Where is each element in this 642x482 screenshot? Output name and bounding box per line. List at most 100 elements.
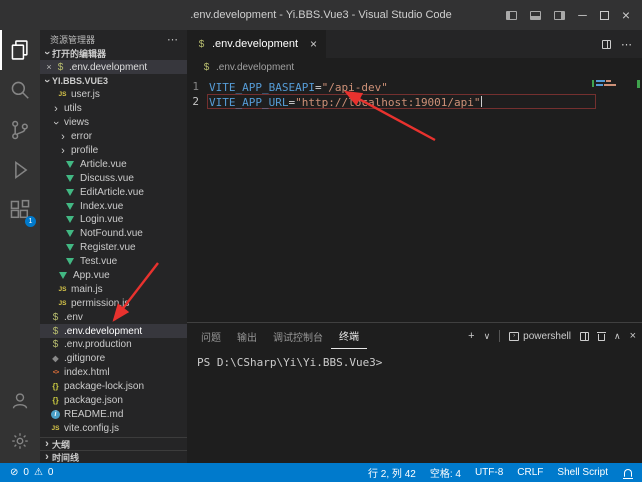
code-line-1[interactable]: 1VITE_APP_BASEAPI="/api-dev"	[187, 79, 642, 94]
tree-item-Discuss.vue[interactable]: Discuss.vue	[40, 171, 187, 185]
tree-item-error[interactable]: ›error	[40, 130, 187, 144]
tree-item-Index.vue[interactable]: Index.vue	[40, 199, 187, 213]
terminal-profile-chevron-icon[interactable]: ∨	[484, 332, 491, 341]
split-terminal-icon[interactable]	[580, 332, 589, 341]
panel-tab-bar: 问题输出调试控制台终端 + ∨ › powershell ∧ ×	[187, 323, 642, 349]
tree-item-package-lock.json[interactable]: {}package-lock.json	[40, 380, 187, 394]
warning-count: 0	[48, 467, 54, 478]
more-actions-icon[interactable]: ⋯	[621, 38, 632, 51]
tree-item-Register.vue[interactable]: Register.vue	[40, 241, 187, 255]
gear-icon	[10, 431, 30, 451]
tree-item-README.md[interactable]: i README.md	[40, 407, 187, 421]
activity-search[interactable]	[0, 70, 40, 110]
tree-item-user.js[interactable]: JSuser.js	[40, 88, 187, 102]
minimap[interactable]	[596, 80, 630, 120]
vue-file-icon	[66, 189, 74, 196]
encoding-status[interactable]: UTF-8	[475, 467, 503, 478]
readme-file-icon: i	[51, 410, 60, 419]
error-icon: ⊘	[10, 467, 18, 478]
tree-item-.env.production[interactable]: $.env.production	[40, 338, 187, 352]
split-editor-icon[interactable]	[602, 40, 611, 49]
eol-status[interactable]: CRLF	[517, 467, 543, 478]
activity-extensions[interactable]: 1	[0, 190, 40, 230]
tree-item-permission.js[interactable]: JSpermission.js	[40, 296, 187, 310]
panel-tab-输出[interactable]: 输出	[229, 323, 265, 349]
open-editors-section-header[interactable]: › 打开的编辑器	[40, 46, 187, 60]
tree-item-Article.vue[interactable]: Article.vue	[40, 157, 187, 171]
text-cursor	[481, 96, 482, 107]
minimize-button[interactable]: ─	[578, 9, 587, 21]
activity-source-control[interactable]	[0, 110, 40, 150]
terminal-instance-item[interactable]: › powershell	[509, 331, 571, 342]
file-label: user.js	[71, 89, 100, 100]
timeline-section-header[interactable]: › 时间线	[40, 450, 187, 463]
warning-icon: ⚠	[34, 467, 43, 478]
file-label: Discuss.vue	[80, 173, 134, 184]
breadcrumb-label: .env.development	[216, 62, 294, 73]
tree-item-NotFound.vue[interactable]: NotFound.vue	[40, 227, 187, 241]
file-label: permission.js	[71, 298, 129, 309]
tree-item-profile[interactable]: ›profile	[40, 144, 187, 158]
tree-item-views[interactable]: ›views	[40, 116, 187, 130]
tree-item-index.html[interactable]: <>index.html	[40, 366, 187, 380]
file-label: .gitignore	[64, 353, 105, 364]
code-line-2[interactable]: 2VITE_APP_URL="http://localhost:19001/ap…	[187, 94, 642, 109]
tree-item-package.json[interactable]: {}package.json	[40, 394, 187, 408]
tree-item-.gitignore[interactable]: ◆.gitignore	[40, 352, 187, 366]
file-label: package-lock.json	[64, 381, 144, 392]
panel-tab-问题[interactable]: 问题	[193, 323, 229, 349]
close-tab-icon[interactable]: ×	[310, 37, 317, 51]
cursor-position-status[interactable]: 行 2, 列 42	[368, 465, 416, 480]
new-terminal-icon[interactable]: +	[468, 331, 474, 342]
panel-tab-终端[interactable]: 终端	[331, 323, 367, 349]
file-label: README.md	[64, 409, 123, 420]
breadcrumb[interactable]: $ .env.development	[187, 58, 642, 76]
toggle-sidebar-icon[interactable]	[506, 11, 517, 20]
tree-item-.env[interactable]: $.env	[40, 310, 187, 324]
code-editor[interactable]: 1VITE_APP_BASEAPI="/api-dev"2VITE_APP_UR…	[187, 76, 642, 322]
tree-item-EditArticle.vue[interactable]: EditArticle.vue	[40, 185, 187, 199]
more-actions-icon[interactable]: ⋯	[167, 33, 179, 46]
outline-label: 大纲	[52, 438, 70, 451]
maximize-button[interactable]	[600, 11, 609, 20]
tree-item-utils[interactable]: ›utils	[40, 102, 187, 116]
notifications-bell-icon[interactable]	[624, 469, 632, 477]
tree-item-.env.development[interactable]: $.env.development	[40, 324, 187, 338]
toggle-secondary-sidebar-icon[interactable]	[554, 11, 565, 20]
problems-status[interactable]: ⊘ 0 ⚠ 0	[10, 467, 53, 478]
chevron-right-icon: ›	[58, 132, 68, 142]
maximize-panel-icon[interactable]: ∧	[614, 332, 621, 341]
panel-tab-调试控制台[interactable]: 调试控制台	[265, 323, 331, 349]
kill-terminal-icon[interactable]	[598, 334, 605, 341]
activity-run-debug[interactable]	[0, 150, 40, 190]
account-button[interactable]	[0, 381, 40, 421]
tree-item-vite.config.js[interactable]: JSvite.config.js	[40, 421, 187, 435]
language-mode-status[interactable]: Shell Script	[557, 467, 608, 478]
file-label: vite.config.js	[64, 423, 119, 434]
sidebar-bottom-sections: › 大纲 › 时间线	[40, 437, 187, 463]
editor-tab-env-development[interactable]: $ .env.development ×	[187, 30, 326, 58]
close-icon[interactable]: ×	[44, 62, 54, 72]
file-label: Article.vue	[80, 159, 127, 170]
close-panel-icon[interactable]: ×	[630, 331, 636, 342]
file-label: index.html	[64, 367, 110, 378]
tree-item-Login.vue[interactable]: Login.vue	[40, 213, 187, 227]
tree-item-main.js[interactable]: JSmain.js	[40, 282, 187, 296]
project-section-header[interactable]: › YI.BBS.VUE3	[40, 74, 187, 88]
files-icon	[9, 39, 31, 61]
open-editor-item[interactable]: × $ .env.development	[40, 60, 187, 74]
tree-item-App.vue[interactable]: App.vue	[40, 269, 187, 283]
code-text: VITE_APP_URL="http://localhost:19001/api…	[207, 94, 596, 109]
toggle-panel-icon[interactable]	[530, 11, 541, 20]
vue-file-icon	[66, 258, 74, 265]
close-window-button[interactable]: ×	[622, 8, 630, 22]
indentation-status[interactable]: 空格: 4	[430, 465, 461, 480]
terminal-content[interactable]: PS D:\CSharp\Yi\Yi.BBS.Vue3>	[187, 349, 642, 463]
env-file-icon: $	[201, 62, 212, 73]
outline-section-header[interactable]: › 大纲	[40, 437, 187, 450]
tree-item-Test.vue[interactable]: Test.vue	[40, 255, 187, 269]
env-file-icon: $	[55, 62, 66, 73]
overview-ruler-added-marker	[637, 80, 640, 88]
activity-explorer[interactable]	[0, 30, 40, 70]
settings-button[interactable]	[0, 421, 40, 461]
